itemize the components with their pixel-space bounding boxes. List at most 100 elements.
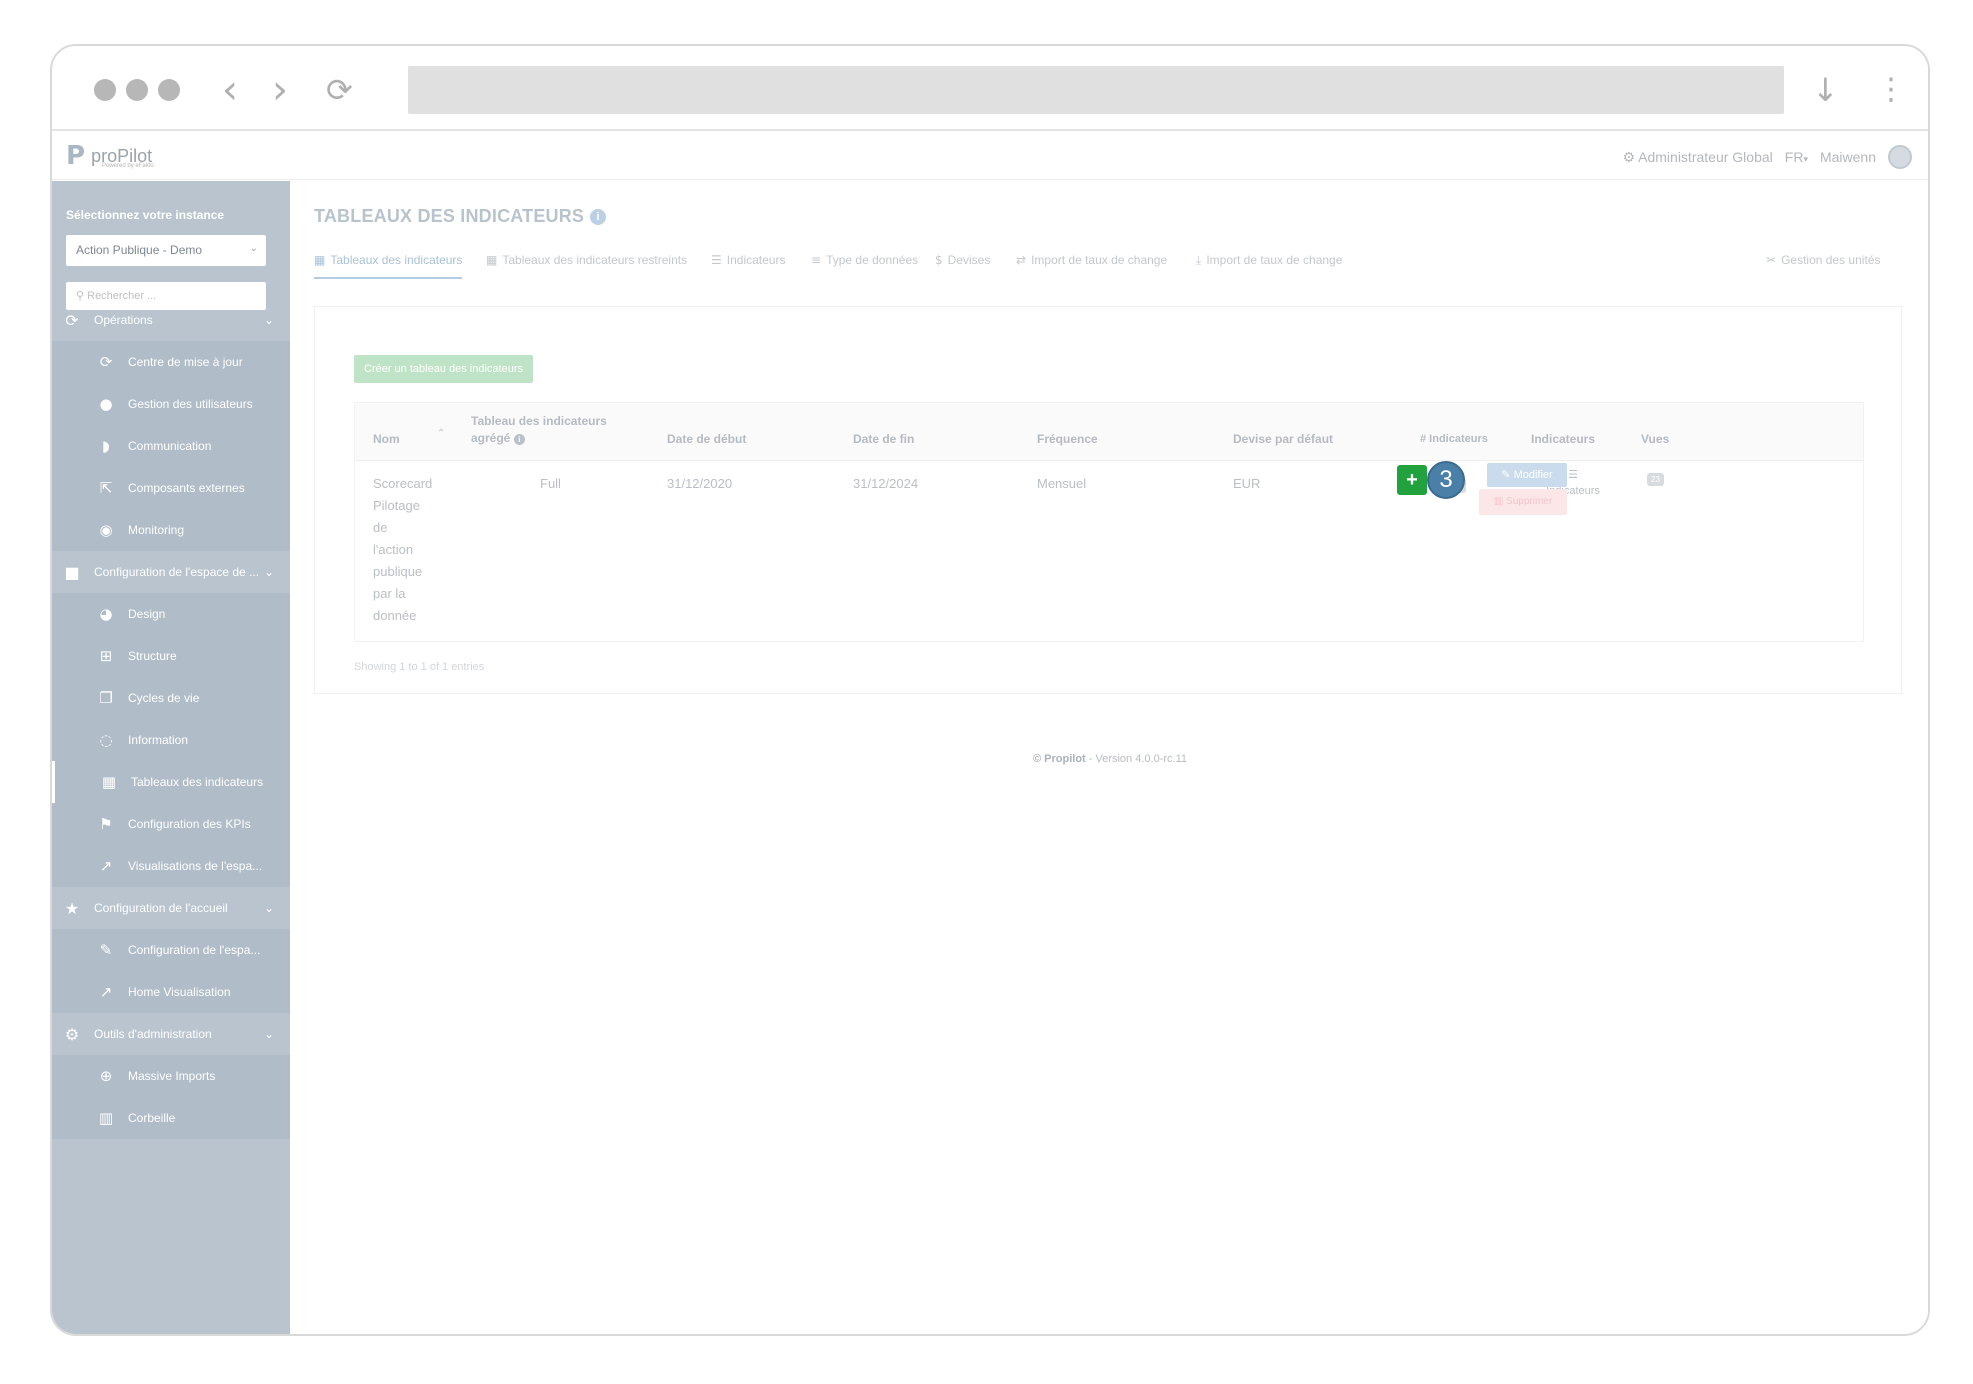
section-label: Outils d'administration [94, 1027, 212, 1041]
download-circle-icon: ⊕ [99, 1067, 113, 1085]
flag-icon: ⚑ [99, 815, 113, 833]
dollar-icon: $ [935, 253, 943, 267]
tab-indicator-tables[interactable]: ▦ Tableaux des indicateurs [314, 249, 463, 279]
tab-bar: ▦ Tableaux des indicateurs ▦ Tableaux des … [314, 249, 1900, 281]
col-header-name[interactable]: Nom [373, 431, 400, 448]
download-icon: ⤓ [1196, 253, 1202, 267]
gear-icon: ⚙ [64, 1024, 80, 1044]
tab-label: Indicateurs [726, 253, 786, 267]
table-icon: ▦ [314, 253, 326, 267]
col-header-frequency[interactable]: Fréquence [1037, 431, 1098, 448]
col-header-aggregate-line2: agrégé [471, 431, 511, 445]
sidebar-item-trash[interactable]: ▥ Corbeille [52, 1097, 290, 1139]
delete-button[interactable]: ▥ Supprimer [1479, 489, 1567, 515]
add-view-button[interactable]: + [1397, 465, 1427, 495]
star-icon: ★ [64, 898, 80, 918]
section-label: Configuration de l'accueil [94, 901, 228, 915]
sidebar-item-indicator-tables[interactable]: ▦ Tableaux des indicateurs [52, 761, 290, 803]
sidebar-section-admin-tools[interactable]: ⚙ Outils d'administration ⌄ [52, 1013, 290, 1055]
sidebar-section-space-config[interactable]: ■ Configuration de l'espace de ... ⌄ [52, 551, 290, 593]
sidebar-item-users[interactable]: ● Gestion des utilisateurs [52, 383, 290, 425]
sidebar-item-update-center[interactable]: ⟳ Centre de mise à jour [52, 341, 290, 383]
palette-icon: ◕ [99, 605, 113, 623]
tab-label: Import de taux de change [1206, 253, 1343, 267]
instance-value: Action Publique - Demo [76, 243, 203, 257]
tab-currencies[interactable]: $ Devises [935, 249, 990, 279]
cell-name: Scorecard Pilotage de l'action publique … [373, 473, 432, 627]
sidebar-item-label: Configuration des KPIs [128, 817, 251, 831]
tab-exchange-rate-import[interactable]: ⇄ Import de taux de change [1016, 249, 1167, 279]
sidebar-item-monitoring[interactable]: ◉ Monitoring [52, 509, 290, 551]
sidebar-item-home-visualisation[interactable]: ↗ Home Visualisation [52, 971, 290, 1013]
language-label: FR [1784, 149, 1804, 165]
sidebar-item-life-cycles[interactable]: ❐ Cycles de vie [52, 677, 290, 719]
chevron-left-icon[interactable]: ‹ [222, 66, 238, 114]
reload-icon[interactable]: ⟳ [326, 66, 353, 114]
sidebar-item-space-visualisations[interactable]: ↗ Visualisations de l'espa... [52, 845, 290, 887]
tab-label: Import de taux de change [1031, 253, 1168, 267]
avatar[interactable] [1888, 145, 1912, 169]
cell-end-date: 31/12/2024 [853, 476, 919, 491]
sidebar-item-design[interactable]: ◕ Design [52, 593, 290, 635]
sidebar-section-operations[interactable]: ⟳ Opérations ⌄ [52, 299, 290, 341]
col-header-default-currency[interactable]: Devise par défaut [1233, 431, 1333, 448]
top-bar: P proPilot Powered by eFakto ⚙ Administr… [52, 133, 1928, 180]
user-icon: ● [99, 395, 113, 413]
col-header-views[interactable]: Vues [1641, 431, 1669, 448]
tab-unit-management[interactable]: ✂ Gestion des unités [1766, 249, 1880, 279]
sidebar-item-structure[interactable]: ⊞ Structure [52, 635, 290, 677]
sidebar-item-label: Gestion des utilisateurs [128, 397, 253, 411]
address-bar[interactable] [408, 66, 1784, 114]
footer-version: - Version 4.0.0-rc.11 [1085, 753, 1187, 765]
tab-label: Devises [947, 253, 991, 267]
sidebar-item-communication[interactable]: ◗ Communication [52, 425, 290, 467]
page-title-text: TABLEAUX DES INDICATEURS [314, 206, 585, 226]
sidebar-item-information[interactable]: ◌ Information [52, 719, 290, 761]
chevron-right-icon[interactable]: › [272, 66, 288, 114]
list-icon: ☰ [711, 253, 722, 267]
col-header-end-date[interactable]: Date de fin [853, 431, 914, 448]
copy-icon: ❐ [99, 689, 113, 707]
col-header-indicator-count[interactable]: # Indicateurs [1420, 431, 1488, 448]
logo[interactable]: P proPilot Powered by eFakto [66, 140, 154, 172]
sidebar-section-home-config[interactable]: ★ Configuration de l'accueil ⌄ [52, 887, 290, 929]
instance-select[interactable]: Action Publique - Demo ⌄ [66, 235, 266, 266]
tab-data-types[interactable]: ≡ Type de données [811, 249, 918, 279]
col-header-aggregate[interactable]: Tableau des indicateurs agrégé i [471, 413, 607, 447]
app: P proPilot Powered by eFakto ⚙ Administr… [52, 133, 1928, 1334]
info-icon[interactable]: i [590, 209, 607, 225]
browser-window: ‹ › ⟳ ↓ ⋮ P proPilot Powered by eFakto ⚙… [50, 44, 1930, 1336]
indicator-tables-table: Nom ⌃ Tableau des indicateurs agrégé i D… [354, 402, 1864, 642]
cell-name-line: Pilotage [373, 498, 420, 513]
sidebar-item-massive-imports[interactable]: ⊕ Massive Imports [52, 1055, 290, 1097]
sidebar-item-external-components[interactable]: ⇱ Composants externes [52, 467, 290, 509]
cell-name-line: donnée [373, 608, 417, 623]
chevron-down-icon: ⌄ [263, 901, 274, 915]
chart-icon: ↗ [99, 857, 113, 875]
kebab-menu-icon[interactable]: ⋮ [1876, 66, 1906, 114]
modify-button[interactable]: ✎ Modifier [1487, 463, 1567, 487]
gear-icon: ⚙ [1622, 149, 1636, 166]
sidebar-item-home-space-config[interactable]: ✎ Configuration de l'espa... [52, 929, 290, 971]
chevron-down-icon: ⌄ [263, 1027, 274, 1041]
refresh-icon: ⟳ [99, 353, 113, 371]
cell-name-line: Scorecard [373, 476, 433, 491]
sort-icon[interactable]: ⌃ [437, 425, 445, 442]
table-icon: ▦ [101, 773, 117, 791]
tab-indicators[interactable]: ☰ Indicateurs [711, 249, 785, 279]
info-icon[interactable]: i [513, 434, 525, 445]
col-header-indicators[interactable]: Indicateurs [1531, 431, 1595, 448]
tab-exchange-rate-import-2[interactable]: ⤓ Import de taux de change [1196, 249, 1342, 279]
sidebar-item-kpi-config[interactable]: ⚑ Configuration des KPIs [52, 803, 290, 845]
sidebar-item-label: Cycles de vie [128, 691, 200, 705]
col-header-start-date[interactable]: Date de début [667, 431, 746, 448]
cell-name-line: par la [373, 586, 406, 601]
tab-restricted-tables[interactable]: ▦ Tableaux des indicateurs restreints [486, 249, 687, 279]
download-icon[interactable]: ↓ [1812, 66, 1839, 114]
user-name[interactable]: Maiwenn [1820, 149, 1876, 165]
language-dropdown[interactable]: FR▾ [1785, 149, 1808, 165]
main-content: TABLEAUX DES INDICATEURS i ▦ Tableaux des … [290, 181, 1928, 1334]
create-indicator-table-button[interactable]: Créer un tableau des indicateurs [354, 355, 533, 383]
tools-icon: ✂ [1766, 253, 1777, 267]
admin-menu[interactable]: ⚙ Administrateur Global [1622, 149, 1772, 166]
